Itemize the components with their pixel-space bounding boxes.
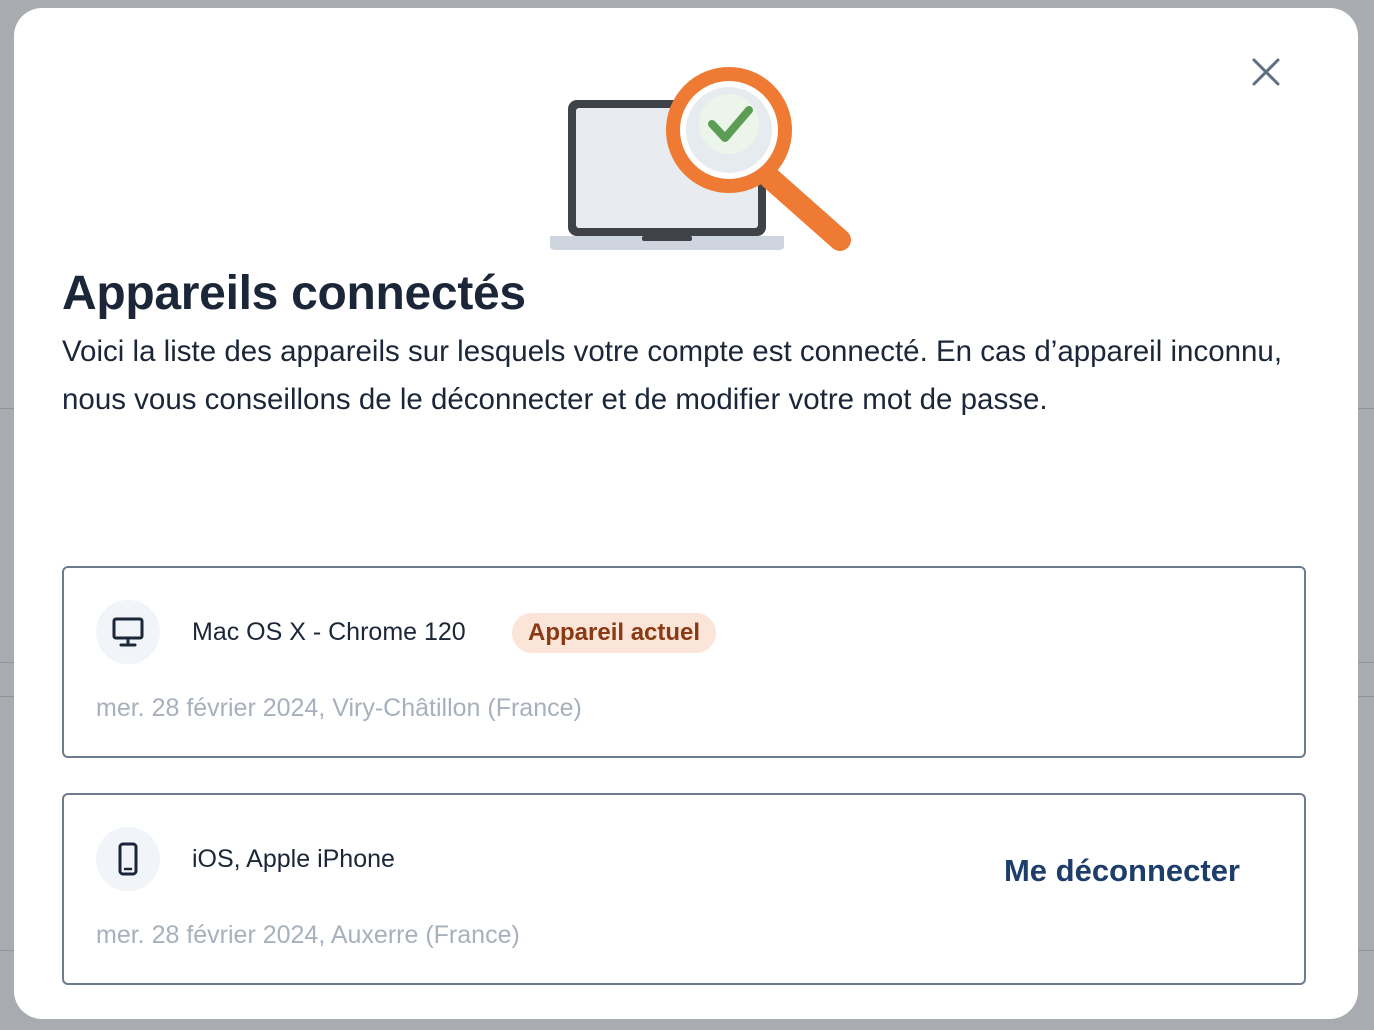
- device-last-connection: mer. 28 février 2024, Auxerre (France): [96, 921, 520, 949]
- current-device-badge: Appareil actuel: [512, 613, 717, 653]
- background-divider: [1358, 696, 1374, 697]
- connected-devices-modal: Appareils connectés Voici la liste des a…: [14, 8, 1358, 1019]
- laptop-magnifier-check-illustration: [550, 67, 851, 251]
- smartphone-icon: [118, 842, 138, 876]
- background-divider: [0, 408, 14, 409]
- device-last-connection: mer. 28 février 2024, Viry-Châtillon (Fr…: [96, 694, 582, 722]
- background-divider: [1358, 950, 1374, 951]
- device-card: iOS, Apple iPhone Me déconnecter mer. 28…: [62, 793, 1306, 985]
- background-divider: [1358, 408, 1374, 409]
- disconnect-device-button[interactable]: Me déconnecter: [1004, 851, 1240, 891]
- background-divider: [0, 662, 14, 663]
- modal-description: Voici la liste des appareils sur lesquel…: [62, 335, 1283, 416]
- background-divider: [0, 696, 14, 697]
- device-icon-container: [96, 600, 160, 664]
- background-divider: [0, 950, 14, 951]
- desktop-icon: [112, 617, 144, 647]
- device-name: iOS, Apple iPhone: [192, 845, 395, 873]
- modal-title: Appareils connectés: [62, 267, 526, 320]
- background-divider: [1358, 662, 1374, 663]
- device-card: Mac OS X - Chrome 120 Appareil actuel me…: [62, 566, 1306, 758]
- close-icon: [1252, 58, 1280, 86]
- device-name: Mac OS X - Chrome 120: [192, 618, 466, 646]
- device-icon-container: [96, 827, 160, 891]
- close-button[interactable]: [1244, 50, 1288, 94]
